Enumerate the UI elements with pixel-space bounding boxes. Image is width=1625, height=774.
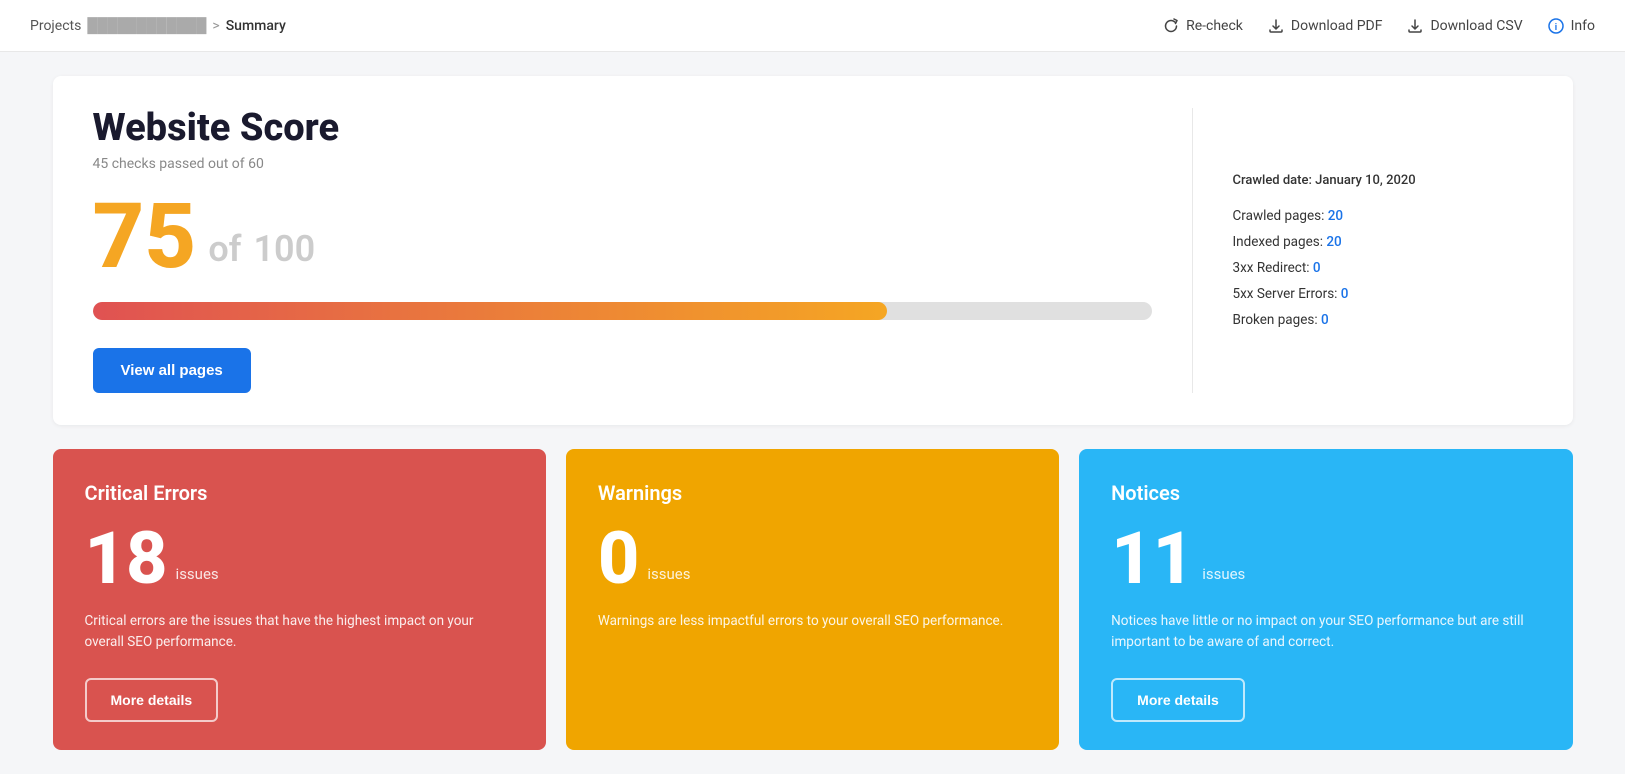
svg-text:i: i <box>1554 23 1556 33</box>
recheck-icon <box>1162 17 1180 35</box>
crawl-date-label: Crawled date: <box>1233 173 1312 188</box>
redirect-label: 3xx Redirect: <box>1233 260 1313 276</box>
server-errors-stat: 5xx Server Errors: 0 <box>1233 286 1533 302</box>
score-card: Website Score 45 checks passed out of 60… <box>53 76 1573 425</box>
download-csv-label: Download CSV <box>1430 18 1522 34</box>
critical-errors-count-row: 18 issues <box>85 523 514 595</box>
critical-errors-count: 18 <box>85 523 168 595</box>
score-left: Website Score 45 checks passed out of 60… <box>93 108 1152 393</box>
score-right: Crawled date: January 10, 2020 Crawled p… <box>1233 108 1533 393</box>
progress-bar-fill <box>93 302 887 320</box>
breadcrumb: Projects ████████████ > Summary <box>30 17 286 34</box>
download-pdf-icon <box>1267 17 1285 35</box>
critical-errors-card: Critical Errors 18 issues Critical error… <box>53 449 546 750</box>
server-errors-value: 0 <box>1341 286 1349 302</box>
score-max: 100 <box>253 228 315 282</box>
notices-count-row: 11 issues <box>1111 523 1540 595</box>
notices-description: Notices have little or no impact on your… <box>1111 611 1540 654</box>
warnings-count: 0 <box>598 523 640 595</box>
notices-card: Notices 11 issues Notices have little or… <box>1079 449 1572 750</box>
redirect-stat: 3xx Redirect: 0 <box>1233 260 1533 276</box>
notices-title: Notices <box>1111 481 1540 505</box>
crawled-pages-stat: Crawled pages: 20 <box>1233 208 1533 224</box>
warnings-count-label: issues <box>647 565 690 595</box>
recheck-label: Re-check <box>1186 18 1243 34</box>
header-actions: Re-check Download PDF Download CSV <box>1162 17 1595 35</box>
cards-row: Critical Errors 18 issues Critical error… <box>53 449 1573 750</box>
view-all-pages-button[interactable]: View all pages <box>93 348 251 393</box>
broken-pages-stat: Broken pages: 0 <box>1233 312 1533 328</box>
server-errors-label: 5xx Server Errors: <box>1233 286 1341 302</box>
notices-count: 11 <box>1111 523 1194 595</box>
warnings-count-row: 0 issues <box>598 523 1027 595</box>
critical-errors-more-details-button[interactable]: More details <box>85 678 219 722</box>
score-title: Website Score <box>93 108 1152 150</box>
crawled-pages-value: 20 <box>1328 208 1343 224</box>
header: Projects ████████████ > Summary Re-check… <box>0 0 1625 52</box>
critical-errors-count-label: issues <box>176 565 219 595</box>
crawled-pages-label: Crawled pages: <box>1233 208 1328 224</box>
crawl-date-value: January 10, 2020 <box>1315 173 1415 188</box>
redirect-value: 0 <box>1313 260 1321 276</box>
notices-more-details-button[interactable]: More details <box>1111 678 1245 722</box>
score-subtitle: 45 checks passed out of 60 <box>93 156 1152 172</box>
broken-pages-value: 0 <box>1321 312 1329 328</box>
breadcrumb-projects[interactable]: Projects <box>30 18 81 34</box>
score-header: Website Score 45 checks passed out of 60 <box>93 108 1152 172</box>
broken-pages-label: Broken pages: <box>1233 312 1321 328</box>
score-number-area: 75 of 100 <box>93 192 1152 282</box>
main-content: Website Score 45 checks passed out of 60… <box>23 52 1603 774</box>
warnings-description: Warnings are less impactful errors to yo… <box>598 611 1027 722</box>
breadcrumb-domain: ████████████ <box>87 17 206 34</box>
score-of-label: of <box>208 228 241 282</box>
warnings-card: Warnings 0 issues Warnings are less impa… <box>566 449 1059 750</box>
indexed-pages-stat: Indexed pages: 20 <box>1233 234 1533 250</box>
download-pdf-label: Download PDF <box>1291 18 1383 34</box>
score-value: 75 <box>93 192 197 282</box>
crawl-date: Crawled date: January 10, 2020 <box>1233 173 1533 188</box>
indexed-pages-label: Indexed pages: <box>1233 234 1327 250</box>
recheck-action[interactable]: Re-check <box>1162 17 1243 35</box>
indexed-pages-value: 20 <box>1326 234 1341 250</box>
critical-errors-title: Critical Errors <box>85 481 514 505</box>
info-label: Info <box>1571 18 1595 34</box>
notices-count-label: issues <box>1202 565 1245 595</box>
download-csv-action[interactable]: Download CSV <box>1406 17 1522 35</box>
info-action[interactable]: i Info <box>1547 17 1595 35</box>
warnings-title: Warnings <box>598 481 1027 505</box>
download-csv-icon <box>1406 17 1424 35</box>
breadcrumb-separator: > <box>212 18 219 34</box>
score-divider <box>1192 108 1193 393</box>
critical-errors-description: Critical errors are the issues that have… <box>85 611 514 654</box>
progress-bar-container <box>93 302 1152 320</box>
breadcrumb-current: Summary <box>226 18 286 34</box>
download-pdf-action[interactable]: Download PDF <box>1267 17 1383 35</box>
info-icon: i <box>1547 17 1565 35</box>
